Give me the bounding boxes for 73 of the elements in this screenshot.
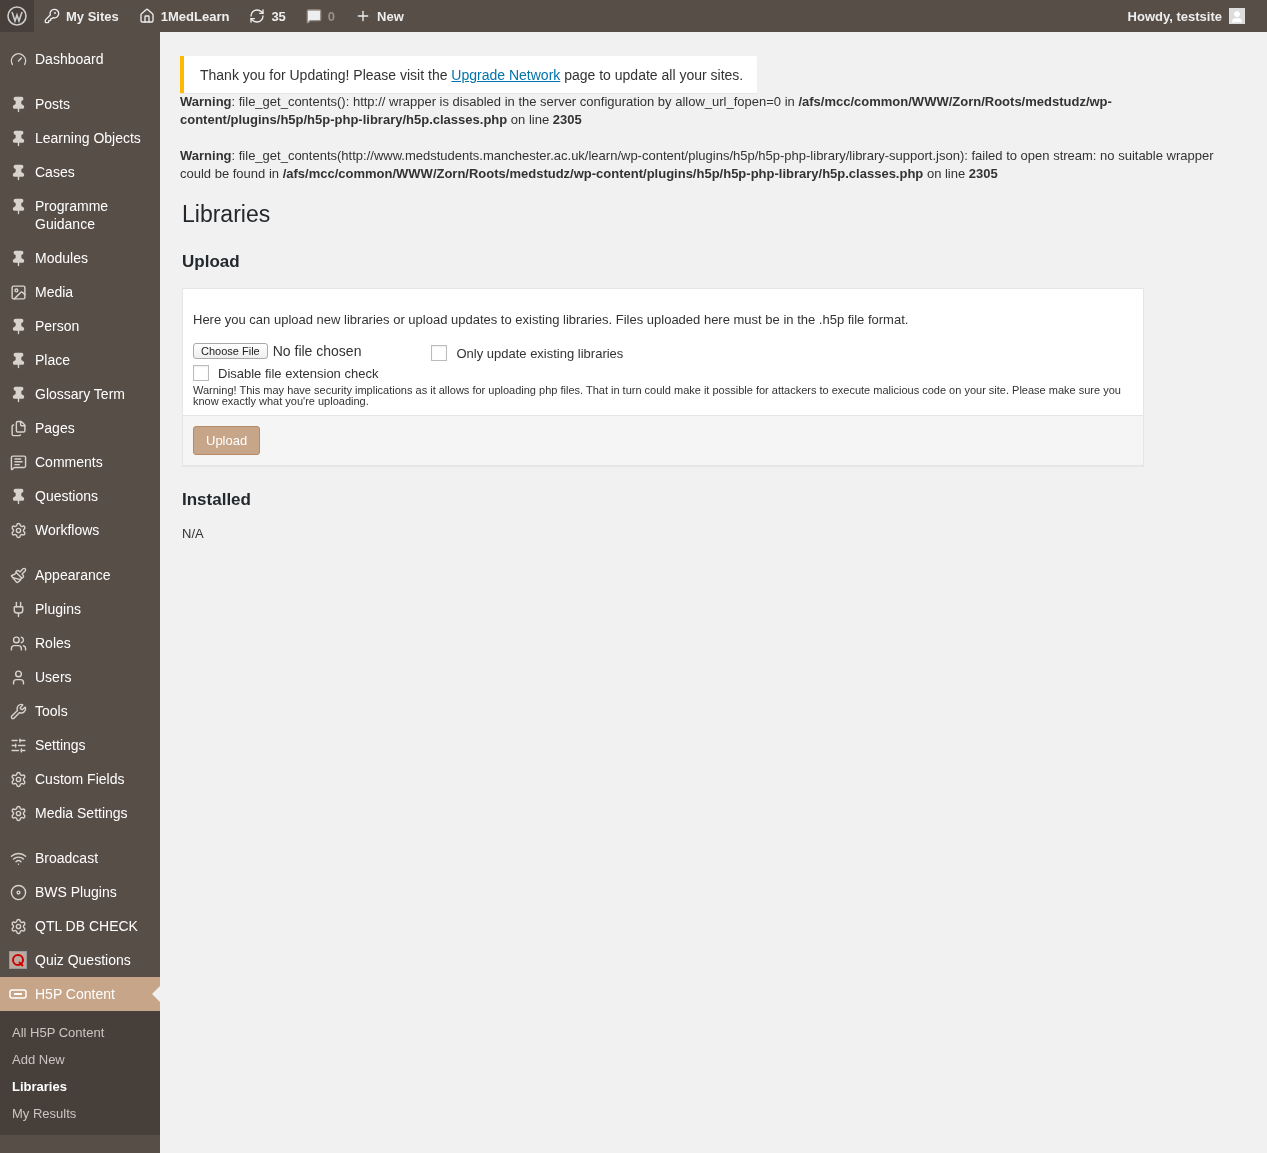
php-warning: Warning: file_get_contents(): http:// wrapper is disabled in the server configuration by allow_url_fopen=0 in /afs/mcc/common/WWW/Zorn/Roots/medstudz/wp-content/plugins/h5p/h5p-php-library/h5p.classes.php on line 2305: [180, 93, 1113, 129]
speech-bubble-icon: [305, 8, 322, 24]
menu-item[interactable]: Custom Fields: [0, 762, 160, 796]
disc-icon: [9, 883, 27, 901]
dashboard-icon: [9, 50, 27, 68]
security-warning: Warning! This may have security implications as it allows for uploading php files. That in turn could make it possible for attackers to execute malicious code on your site. Please make sure you know exactly what you're uploading.: [193, 385, 1122, 407]
sites-link[interactable]: My Sites: [34, 0, 129, 32]
menu-item[interactable]: Settings: [0, 728, 160, 762]
menu-item[interactable]: Plugins: [0, 592, 160, 626]
home-icon: [138, 8, 155, 24]
submenu-item[interactable]: All H5P Content: [0, 1019, 160, 1046]
notice-text: Thank you for Updating! Please visit the Upgrade Network page to update all your sites.: [200, 67, 744, 83]
checkbox[interactable]: [431, 345, 448, 361]
menu-item[interactable]: Posts: [0, 87, 160, 121]
menu-item[interactable]: Learning Objects: [0, 121, 160, 155]
key-icon: [44, 8, 60, 24]
new-link[interactable]: New: [345, 0, 414, 32]
gear-icon: [9, 770, 27, 788]
gear-icon: [9, 804, 27, 822]
h5p-logo-icon: [9, 989, 27, 999]
home-link[interactable]: 1MedLearn: [128, 0, 240, 32]
users-icon: [9, 634, 27, 652]
upgrade-network-link[interactable]: Upgrade Network: [451, 67, 561, 83]
gear-icon: [9, 917, 27, 935]
section-heading: Upload: [182, 252, 241, 272]
menu-item[interactable]: Dashboard: [0, 42, 160, 76]
wrench-icon: [9, 702, 27, 720]
menu-item[interactable]: Appearance: [0, 558, 160, 592]
upload-intro: Here you can upload new libraries or upload updates to existing libraries. Files uploaded here must be in the .h5p file format.: [193, 312, 910, 327]
menu-item[interactable]: Pages: [0, 411, 160, 445]
submenu-item[interactable]: Libraries: [0, 1073, 160, 1100]
media-icon: [9, 283, 27, 301]
php-warning: Warning: file_get_contents(http://www.medstudents.manchester.ac.uk/learn/wp-content/plugins/h5p/h5p-php-library/library-support.json): failed to open stream: no suitable wrapper could be found in /afs/mcc/common/WWW/Zorn/Roots/medstudz/wp-content/plugins/h5p/h5p-php-library/h5p.classes.php on line 2305: [180, 147, 1215, 183]
menu-item[interactable]: Modules: [0, 241, 160, 275]
menu-item[interactable]: Place: [0, 343, 160, 377]
wordpress-logo-icon: [7, 6, 27, 26]
menu-item[interactable]: Cases: [0, 155, 160, 189]
menu-item[interactable]: BWS Plugins: [0, 875, 160, 909]
menu-item[interactable]: Workflows: [0, 513, 160, 547]
account-menu[interactable]: Howdy, testsite: [1117, 8, 1267, 24]
avatar-icon: [1229, 8, 1245, 24]
installed-value: N/A: [182, 526, 205, 541]
menu-item[interactable]: Tools: [0, 694, 160, 728]
checkbox-label: Only update existing libraries: [456, 345, 624, 361]
logo-button[interactable]: [0, 0, 34, 32]
menu-item[interactable]: Broadcast: [0, 841, 160, 875]
choose-file-button[interactable]: Choose File: [193, 343, 268, 359]
menu-item[interactable]: Programme Guidance: [0, 189, 160, 241]
menu-item[interactable]: QTL DB CHECK: [0, 909, 160, 943]
menu-item[interactable]: Roles: [0, 626, 160, 660]
updates-link[interactable]: 35: [239, 0, 296, 32]
gear-icon: [9, 521, 27, 539]
quiz-logo-icon: [9, 951, 27, 969]
pages-icon: [9, 419, 27, 437]
submenu-item[interactable]: My Results: [0, 1100, 160, 1127]
menu-item[interactable]: Media: [0, 275, 160, 309]
section-heading: Installed: [182, 490, 252, 510]
menu-item[interactable]: Quiz Questions: [0, 943, 160, 977]
sliders-icon: [9, 736, 27, 754]
submenu-item[interactable]: Add New: [0, 1046, 160, 1073]
page-title: Libraries: [182, 201, 272, 228]
checkbox-label: Disable file extension check: [218, 365, 379, 381]
speech-bubble-icon: [9, 453, 27, 471]
menu-item[interactable]: Person: [0, 309, 160, 343]
menu-item[interactable]: Glossary Term: [0, 377, 160, 411]
menu-item[interactable]: Questions: [0, 479, 160, 513]
refresh-icon: [249, 8, 266, 24]
menu-item[interactable]: Users: [0, 660, 160, 694]
file-status: No file chosen: [272, 343, 362, 359]
paintbrush-icon: [9, 566, 27, 584]
menu-item[interactable]: Media Settings: [0, 796, 160, 830]
menu-item[interactable]: Comments: [0, 445, 160, 479]
checkbox[interactable]: [193, 365, 209, 381]
